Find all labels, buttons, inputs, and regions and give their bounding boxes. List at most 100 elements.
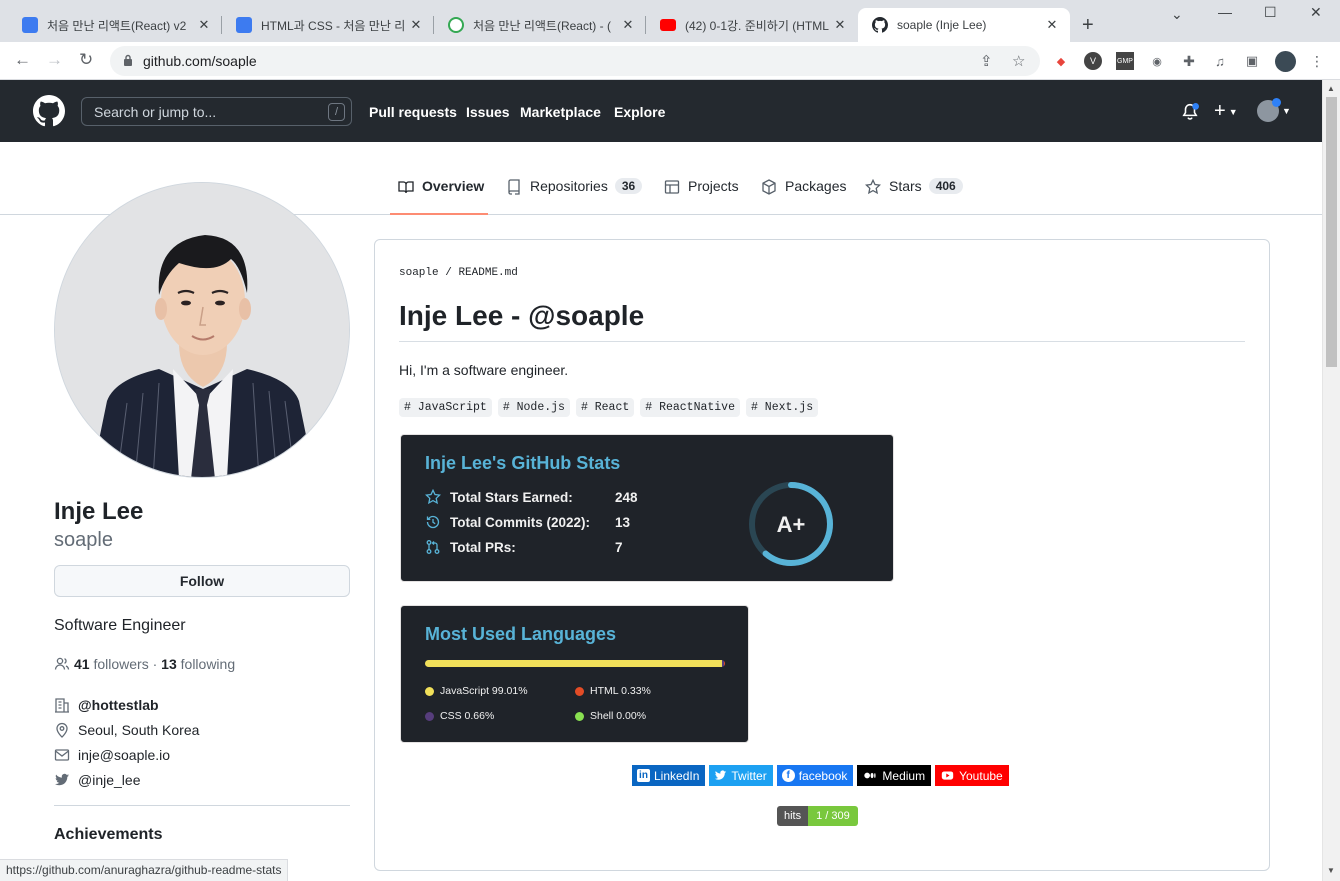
maximize-button[interactable]: ☐ <box>1264 4 1277 21</box>
tab-stars[interactable]: Stars 406 <box>865 178 963 215</box>
back-arrow-icon[interactable]: ← <box>14 50 31 70</box>
lock-icon[interactable] <box>123 54 133 66</box>
nav-pull-requests[interactable]: Pull requests <box>369 104 457 120</box>
divider <box>54 805 350 806</box>
top-languages-card[interactable]: Most Used Languages JavaScript 99.01% HT… <box>400 605 749 743</box>
minimize-button[interactable]: — <box>1218 4 1232 20</box>
forward-arrow-icon[interactable]: → <box>46 50 63 70</box>
close-icon[interactable]: ✕ <box>408 17 424 33</box>
linkedin-badge[interactable]: in LinkedIn <box>632 765 706 786</box>
twitter-bird-icon <box>55 773 69 786</box>
profile-avatar[interactable] <box>54 182 350 478</box>
tab-favicon-icon <box>236 17 252 33</box>
package-icon <box>762 179 776 195</box>
tab-search-icon[interactable]: ⌄ <box>1171 6 1183 23</box>
browser-tab-strip: 처음 만난 리액트(React) v2 ✕ HTML과 CSS - 처음 만난 … <box>0 0 1340 42</box>
scroll-up-arrow-icon[interactable]: ▲ <box>1327 84 1335 93</box>
people-icon <box>54 657 70 670</box>
browser-tab[interactable]: 처음 만난 리액트(React) v2 ✕ <box>8 8 222 42</box>
media-control-icon[interactable]: ♫ <box>1211 52 1229 70</box>
tab-projects[interactable]: Projects <box>664 178 739 215</box>
reload-icon[interactable]: ↻ <box>79 50 93 70</box>
profile-organization[interactable]: @hottestlab <box>54 697 159 713</box>
browser-tab-active[interactable]: soaple (Inje Lee) ✕ <box>858 8 1070 42</box>
readme-path-file[interactable]: README.md <box>458 267 517 279</box>
profile-twitter[interactable]: @inje_lee <box>54 772 140 788</box>
followers-following: 41 followers · 13 following <box>54 656 235 672</box>
camera-icon[interactable]: ◉ <box>1148 52 1166 70</box>
following-link[interactable]: 13 following <box>161 656 235 672</box>
tab-repositories[interactable]: Repositories 36 <box>506 178 643 215</box>
linkedin-icon: in <box>637 769 650 782</box>
twitter-link[interactable]: @inje_lee <box>78 772 140 788</box>
tab-label: Packages <box>785 178 847 194</box>
extension-icon[interactable]: ◆ <box>1052 52 1070 70</box>
language-color-dot <box>575 686 584 696</box>
close-icon[interactable]: ✕ <box>620 17 636 33</box>
share-icon[interactable]: ⇪ <box>980 52 993 70</box>
notification-bell-icon[interactable] <box>1181 103 1199 121</box>
follow-button[interactable]: Follow <box>54 565 350 597</box>
new-tab-button[interactable]: + <box>1082 14 1094 37</box>
side-panel-icon[interactable]: ▣ <box>1243 52 1261 70</box>
browser-tab-title: 처음 만난 리액트(React) - ( <box>473 18 611 33</box>
dot-separator: · <box>148 656 162 672</box>
create-new-plus-icon[interactable]: + ▼ <box>1214 100 1238 123</box>
tab-packages[interactable]: Packages <box>761 178 846 215</box>
page-scrollbar[interactable]: ▲ ▼ <box>1322 80 1340 881</box>
address-bar[interactable]: github.com/soaple ⇪ ☆ <box>110 46 1040 76</box>
close-icon[interactable]: ✕ <box>1044 17 1060 33</box>
readme-path-user[interactable]: soaple <box>399 267 439 279</box>
languages-card-title: Most Used Languages <box>425 624 617 644</box>
github-stats-card[interactable]: Inje Lee's GitHub Stats Total Stars Earn… <box>400 434 894 582</box>
search-box[interactable]: / <box>81 97 352 126</box>
social-badges: in LinkedIn Twitter f facebook Medium Yo… <box>632 765 1009 786</box>
organization-text[interactable]: @hottestlab <box>78 697 159 713</box>
organization-icon <box>55 698 69 713</box>
language-item: Shell 0.00% <box>575 710 646 722</box>
close-icon[interactable]: ✕ <box>196 17 212 33</box>
url-text[interactable]: github.com/soaple <box>143 53 257 69</box>
scrollbar-thumb[interactable] <box>1326 97 1337 367</box>
hits-value: 1 / 309 <box>808 806 858 826</box>
language-bar-segment <box>723 660 725 667</box>
nav-issues[interactable]: Issues <box>466 104 510 120</box>
language-bar-segment <box>425 660 723 667</box>
chevron-down-icon[interactable]: ▼ <box>1282 106 1291 116</box>
facebook-badge[interactable]: f facebook <box>776 765 854 786</box>
nav-explore[interactable]: Explore <box>614 104 665 120</box>
location-text: Seoul, South Korea <box>78 722 200 738</box>
browser-tab-title: (42) 0-1강. 준비하기 (HTML <box>685 18 829 33</box>
bookmark-star-icon[interactable]: ☆ <box>1012 52 1025 70</box>
github-logo-icon[interactable] <box>33 95 65 127</box>
nav-marketplace[interactable]: Marketplace <box>520 104 601 120</box>
browser-tab[interactable]: (42) 0-1강. 준비하기 (HTML ✕ <box>646 8 858 42</box>
profile-readme: soaple / README.md Inje Lee - @soaple Hi… <box>374 239 1270 871</box>
scroll-down-arrow-icon[interactable]: ▼ <box>1327 866 1335 875</box>
browser-tab-title: soaple (Inje Lee) <box>897 18 987 32</box>
extensions-puzzle-icon[interactable]: ✚ <box>1180 52 1198 70</box>
medium-badge[interactable]: Medium <box>857 765 932 786</box>
location-pin-icon <box>56 722 68 738</box>
achievements-heading[interactable]: Achievements <box>54 826 163 844</box>
profile-avatar-icon[interactable] <box>1275 51 1296 72</box>
tab-favicon-icon <box>22 17 38 33</box>
browser-tab[interactable]: HTML과 CSS - 처음 만난 리 ✕ <box>222 8 434 42</box>
tab-overview[interactable]: Overview <box>390 178 488 215</box>
readme-intro: Hi, I'm a software engineer. <box>399 362 569 378</box>
youtube-favicon-icon <box>660 19 676 31</box>
kebab-menu-icon[interactable]: ⋮ <box>1308 52 1326 70</box>
stats-row: Total Commits (2022): 13 <box>425 513 630 531</box>
followers-link[interactable]: 41 followers <box>74 656 149 672</box>
browser-tab[interactable]: 처음 만난 리액트(React) - ( ✕ <box>434 8 646 42</box>
window-close-button[interactable]: ✕ <box>1310 4 1322 21</box>
email-link[interactable]: inje@soaple.io <box>78 747 170 763</box>
extension-icon[interactable]: GMP <box>1116 52 1134 70</box>
search-input[interactable] <box>82 98 351 125</box>
close-icon[interactable]: ✕ <box>832 17 848 33</box>
badge-label: Twitter <box>731 768 767 783</box>
youtube-badge[interactable]: Youtube <box>935 765 1009 786</box>
extension-icon[interactable]: V <box>1084 52 1102 70</box>
twitter-badge[interactable]: Twitter <box>709 765 773 786</box>
profile-email[interactable]: inje@soaple.io <box>54 747 170 763</box>
